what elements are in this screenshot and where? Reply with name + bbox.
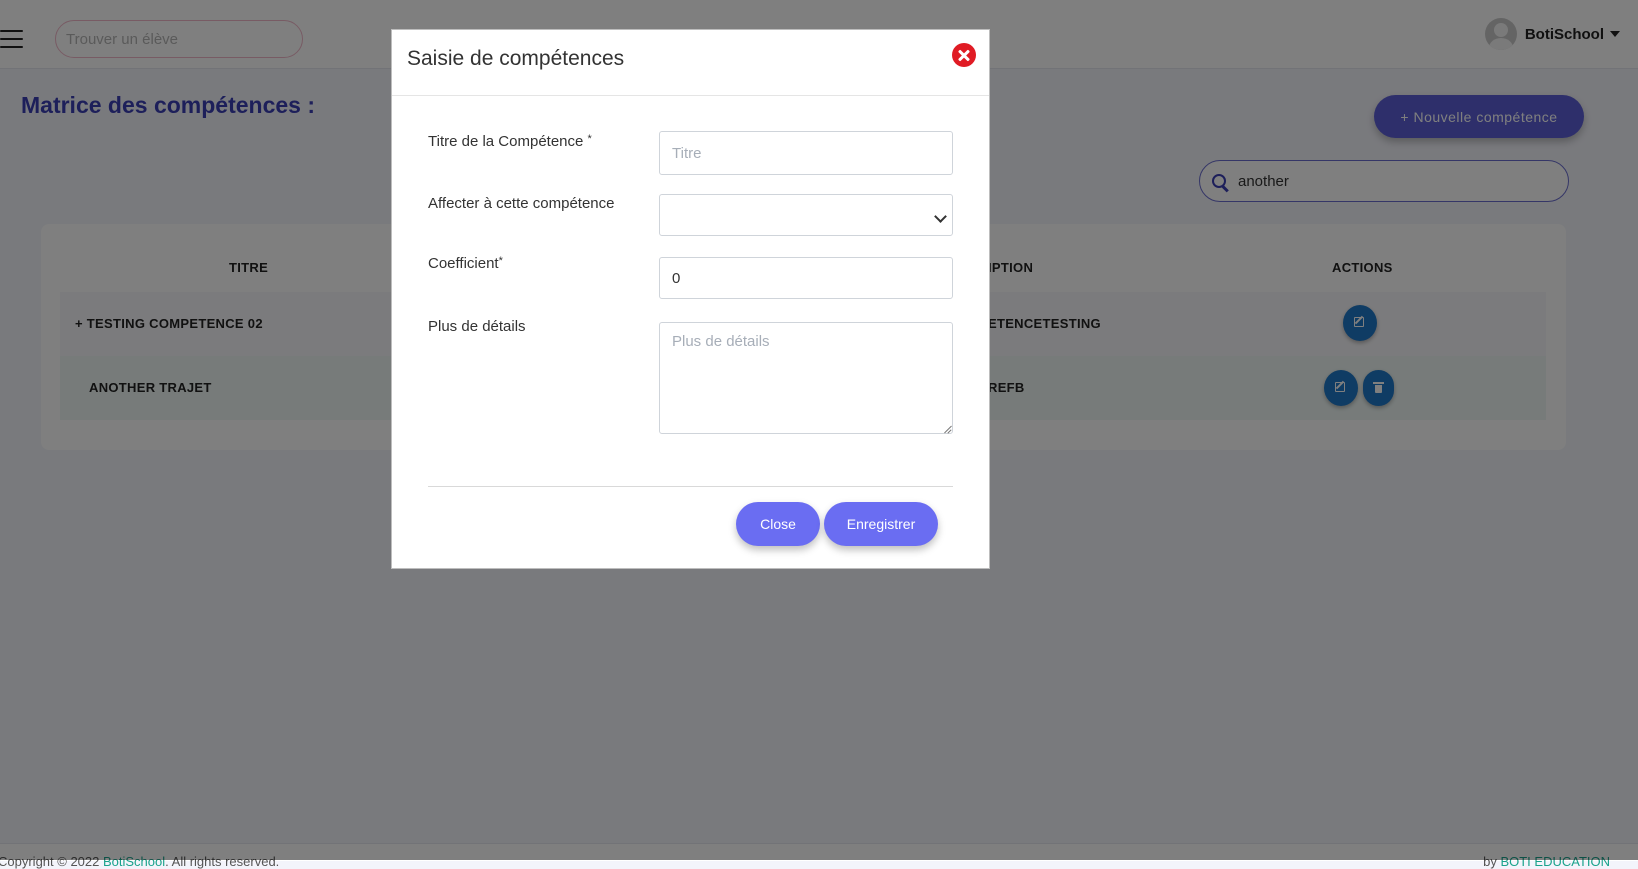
details-label: Plus de détails bbox=[428, 318, 526, 335]
required-mark: * bbox=[498, 255, 503, 267]
save-button[interactable]: Enregistrer bbox=[824, 502, 938, 546]
coefficient-input[interactable] bbox=[659, 257, 953, 299]
titre-label: Titre de la Compétence * bbox=[428, 133, 592, 150]
titre-label-text: Titre de la Compétence bbox=[428, 133, 584, 150]
competence-modal: Saisie de compétences Titre de la Compét… bbox=[391, 29, 990, 569]
resize-handle[interactable] bbox=[943, 426, 951, 434]
close-icon[interactable] bbox=[952, 43, 976, 67]
coefficient-label: Coefficient* bbox=[428, 255, 503, 272]
titre-input[interactable] bbox=[659, 131, 953, 175]
details-textarea[interactable] bbox=[659, 322, 953, 434]
modal-title: Saisie de compétences bbox=[407, 47, 625, 70]
affecter-select[interactable] bbox=[659, 194, 953, 236]
close-button[interactable]: Close bbox=[736, 502, 820, 546]
coefficient-label-text: Coefficient bbox=[428, 255, 499, 272]
required-mark: * bbox=[587, 133, 592, 145]
modal-header: Saisie de compétences bbox=[392, 30, 989, 96]
affecter-label: Affecter à cette compétence bbox=[428, 195, 615, 212]
modal-divider bbox=[428, 486, 953, 487]
